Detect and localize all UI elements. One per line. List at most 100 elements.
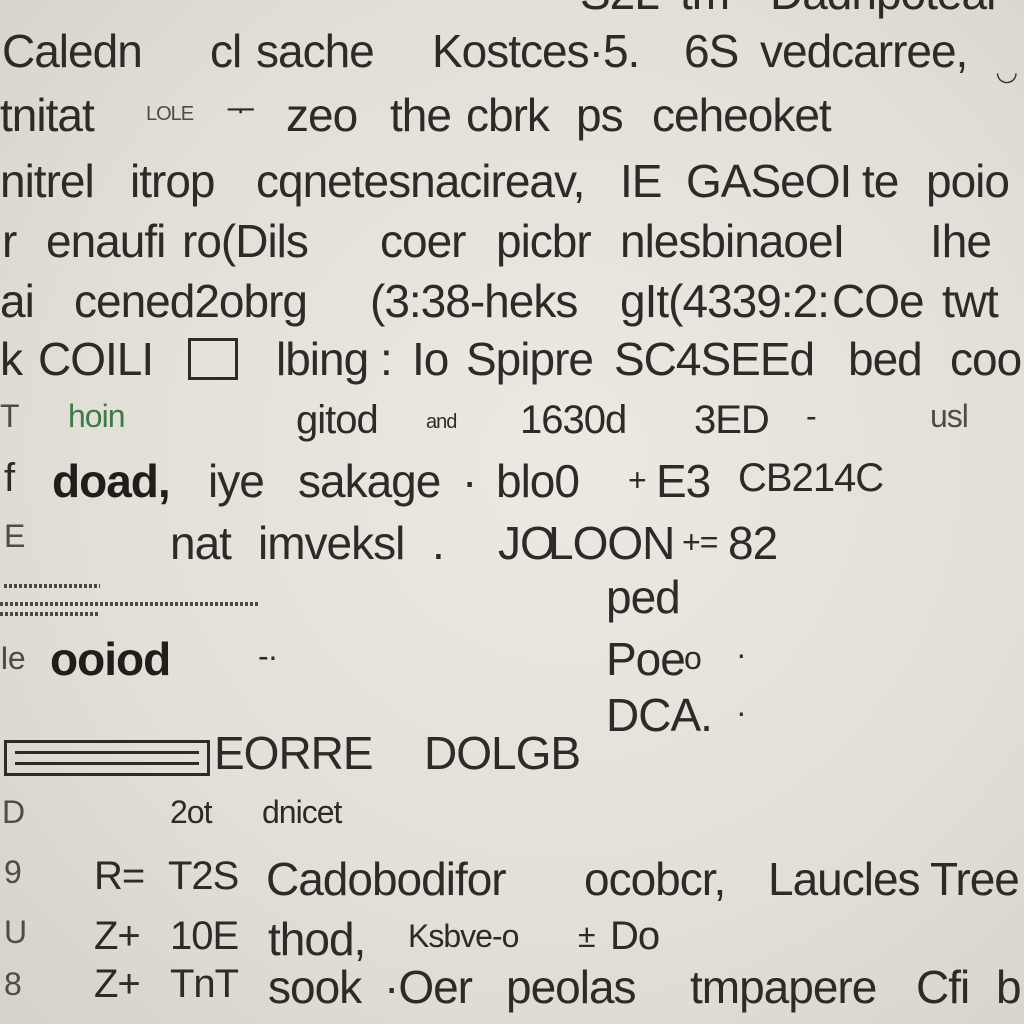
text-fragment: k [0,333,23,385]
text-fragment: U [4,914,27,950]
text-fragment: COILI [38,333,154,385]
text-fragment: gitod [296,398,379,442]
text-fragment: b [996,961,1022,1013]
text-fragment: sache [256,25,375,77]
document-line: ped [0,574,1024,634]
text-fragment: EORRE [214,727,374,779]
document-page: S2L tm Dadnpoteal Caledn cl sache Kostce… [0,0,1024,1024]
text-fragment: ai [0,275,35,327]
text-fragment: poio [926,155,1010,207]
text-fragment: TnT [170,962,239,1006]
document-line: Ie ooiod -· Poe o · [0,636,1024,696]
text-fragment: SC4SEEd [614,333,815,385]
text-fragment: iye [208,455,265,507]
text-fragment: Cadobodifor [266,853,507,905]
text-fragment: usl [930,398,969,434]
text-fragment: · [736,636,747,672]
text-fragment: . [432,517,445,569]
text-fragment: enaufi [46,215,166,267]
text-fragment: ro(Dils [182,215,309,267]
text-fragment: vedcarree, [760,25,968,77]
text-fragment: LOON [548,517,675,569]
text-fragment: Kostces·5. [432,25,640,77]
document-line: EORRE DOLGB [0,730,1024,790]
text-fragment: -· [258,638,278,674]
document-line: r enaufi ro(Dils coer picbr nlesbinaoeI … [0,218,1024,278]
text-fragment: IE [620,155,662,207]
text-fragment: T2S [168,854,239,898]
text-fragment: Dadnpoteal [770,0,996,16]
text-fragment: ᅮ [226,92,255,128]
text-fragment: imveksl [258,517,405,569]
document-line: E nat imveksl . JO LOON += 82 [0,520,1024,580]
text-fragment: ceheoket [652,89,832,141]
text-fragment: 3ED [694,398,770,442]
text-fragment: o [684,640,702,676]
text-fragment: coer [380,215,466,267]
text-fragment: - [806,398,817,434]
text-fragment: ped [606,571,681,623]
document-line: D 2ot dnicet [0,796,1024,856]
document-line: ai cened2obrg (3:38-heks gIt(4339:2: COe… [0,278,1024,338]
text-fragment: lbing [276,333,369,385]
text-fragment: f [4,456,15,500]
document-line: Caledn cl sache Kostces·5. 6S vedcarree, [0,28,1024,88]
text-fragment: Ihe [930,215,992,267]
text-fragment: 82 [728,517,778,569]
text-fragment: gIt(4339:2: [620,275,830,327]
text-fragment: ocobcr, [584,853,726,905]
document-line: tnitat LOLE ᅮ zeo the cbrk ps ceheoket [0,92,1024,152]
text-fragment: hoin [68,398,125,434]
text-fragment: cened2obrg [74,275,308,327]
text-fragment: nitrel [0,155,95,207]
text-fragment: S2L [580,0,660,16]
text-fragment: Spipre [466,333,594,385]
text-fragment: tnitat [0,89,95,141]
text-fragment: T [0,398,20,434]
text-fragment: and [426,411,457,433]
text-fragment: twt [942,275,999,327]
text-fragment: (3:38-heks [370,275,578,327]
text-fragment: sook [268,961,362,1013]
text-fragment: · [462,455,477,507]
text-fragment: 9 [4,854,22,890]
text-fragment: sakage [298,455,441,507]
text-fragment: the [390,89,452,141]
text-fragment: 6S [684,25,739,77]
text-fragment: nat [170,517,232,569]
text-fragment: itrop [130,155,215,207]
text-fragment: peolas [506,961,637,1013]
text-fragment: thod, [268,913,366,965]
text-fragment: Z+ [94,914,141,958]
text-fragment: coo [950,333,1022,385]
text-fragment: 1630d [520,398,627,442]
text-fragment: cbrk [466,89,550,141]
text-fragment: ± [578,918,596,954]
text-fragment: cqnetesnacireav, [256,155,585,207]
text-fragment: += [682,524,718,560]
scroll-indicator-icon: ◡ [995,56,1018,86]
document-line: T hoin gitod and 1630d 3ED - usl [0,400,1024,460]
text-fragment: Ie [0,640,26,676]
text-fragment: Tree [930,853,1020,905]
text-fragment: nlesbinaoeI [620,215,845,267]
text-fragment: 8 [4,966,22,1002]
text-fragment: r [2,215,17,267]
text-fragment: cl [210,25,242,77]
text-fragment: : [380,333,393,385]
text-fragment: Ksbve-o [408,918,519,954]
text-fragment: Do [610,914,660,958]
text-fragment: Laucles [768,853,921,905]
text-fragment: ps [576,89,624,141]
text-fragment: E [4,518,25,554]
text-fragment: bed [848,333,923,385]
document-line: 9 R= T2S Cadobodifor ocobcr, Laucles Tre… [0,856,1024,916]
text-fragment: ooiod [50,633,171,685]
text-fragment: blo0 [496,455,580,507]
text-fragment: Cfi [916,961,970,1013]
text-fragment: LOLE [146,103,194,125]
text-fragment: DOLGB [424,727,581,779]
document-line: f doad, iye sakage · blo0 + E3 CB214C [0,458,1024,518]
text-fragment: Io [412,333,449,385]
text-fragment: doad, [52,455,171,507]
